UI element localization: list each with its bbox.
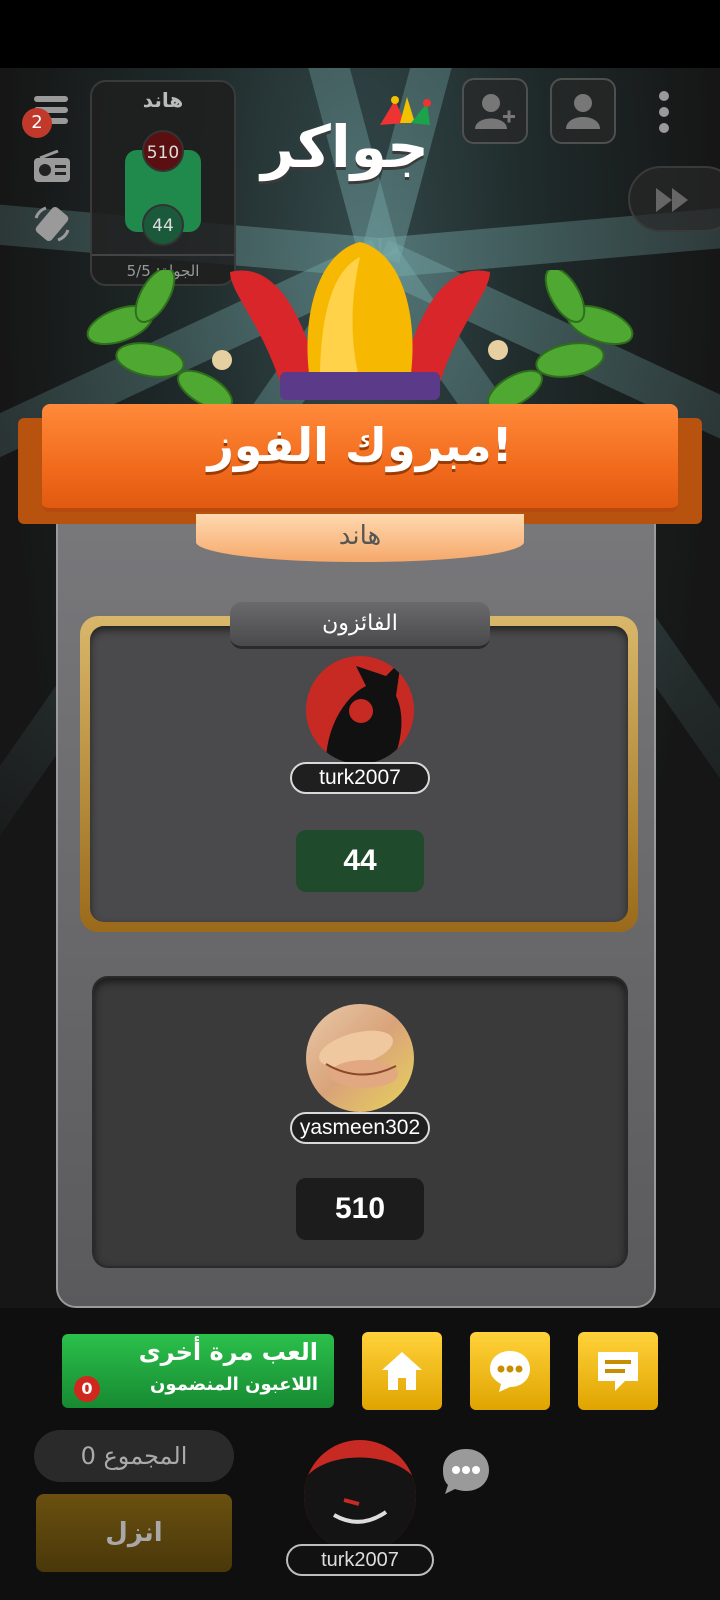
- more-options-button[interactable]: [652, 88, 676, 140]
- loser-score: 510: [296, 1178, 424, 1240]
- home-button[interactable]: [362, 1332, 442, 1410]
- jester-silhouette-icon: [326, 661, 402, 764]
- joined-players-label: اللاعبون المنضمون: [150, 1374, 318, 1395]
- fast-forward-button[interactable]: [628, 166, 720, 232]
- mini-score-bottom: 44: [142, 204, 184, 246]
- notification-badge: 2: [22, 108, 52, 138]
- rotate-screen-button[interactable]: [32, 204, 72, 244]
- player-name-pill: turk2007: [286, 1544, 434, 1576]
- message-icon: [598, 1352, 638, 1391]
- messages-button[interactable]: [578, 1332, 658, 1410]
- player-name: turk2007: [321, 1549, 399, 1571]
- chat-dots-icon: [490, 1351, 530, 1392]
- home-icon: [382, 1352, 422, 1390]
- fast-forward-icon: [656, 188, 688, 212]
- loser-name: yasmeen302: [299, 1116, 421, 1139]
- logo-text: جواكر: [261, 113, 429, 181]
- joined-count-badge: 0: [74, 1376, 100, 1402]
- radio-button[interactable]: [32, 149, 72, 184]
- game-mode-tab: هاند: [196, 514, 524, 562]
- jester-hat-icon: [212, 242, 508, 400]
- play-again-button[interactable]: العب مرة أخرى اللاعبون المنضمون 0: [62, 1334, 334, 1408]
- total-score-pill: المجموع 0: [34, 1430, 234, 1482]
- add-user-icon: [475, 94, 515, 129]
- winner-score: 44: [296, 830, 424, 892]
- winners-label-tab: الفائزون: [230, 602, 490, 649]
- play-again-label: العب مرة أخرى: [138, 1338, 318, 1366]
- drop-label: انزل: [105, 1518, 163, 1548]
- mini-scoreboard-title: هاند: [142, 88, 184, 112]
- invite-player-button[interactable]: [462, 78, 528, 144]
- total-score-label: المجموع 0: [80, 1442, 188, 1470]
- loser-name-pill: yasmeen302: [290, 1112, 430, 1144]
- radio-icon: [34, 149, 70, 182]
- more-vertical-icon: [659, 91, 669, 133]
- banner-title: مبروك الفوز!: [207, 418, 513, 472]
- jester-silhouette-icon: [304, 1457, 416, 1552]
- user-icon: [566, 94, 600, 129]
- menu-button[interactable]: 2: [22, 92, 72, 138]
- player-chat-button[interactable]: [440, 1446, 492, 1498]
- chat-dots-icon: [443, 1449, 489, 1494]
- winner-name-pill: turk2007: [290, 762, 430, 794]
- player-avatar[interactable]: [304, 1440, 416, 1552]
- hands-photo-icon: [319, 1030, 398, 1088]
- drop-button[interactable]: انزل: [36, 1494, 232, 1572]
- loser-avatar[interactable]: [306, 1004, 414, 1112]
- mini-score-top: 510: [142, 130, 184, 172]
- chat-bubble-button[interactable]: [470, 1332, 550, 1410]
- status-bar: [0, 0, 720, 68]
- profile-button[interactable]: [550, 78, 616, 144]
- winners-label: الفائزون: [322, 611, 398, 636]
- winner-avatar[interactable]: [306, 656, 414, 764]
- game-mode-label: هاند: [338, 521, 382, 551]
- winner-name: turk2007: [319, 766, 401, 789]
- game-logo: جواكر: [255, 95, 455, 195]
- victory-banner: مبروك الفوز!: [42, 404, 678, 512]
- rotate-screen-icon: [34, 206, 70, 242]
